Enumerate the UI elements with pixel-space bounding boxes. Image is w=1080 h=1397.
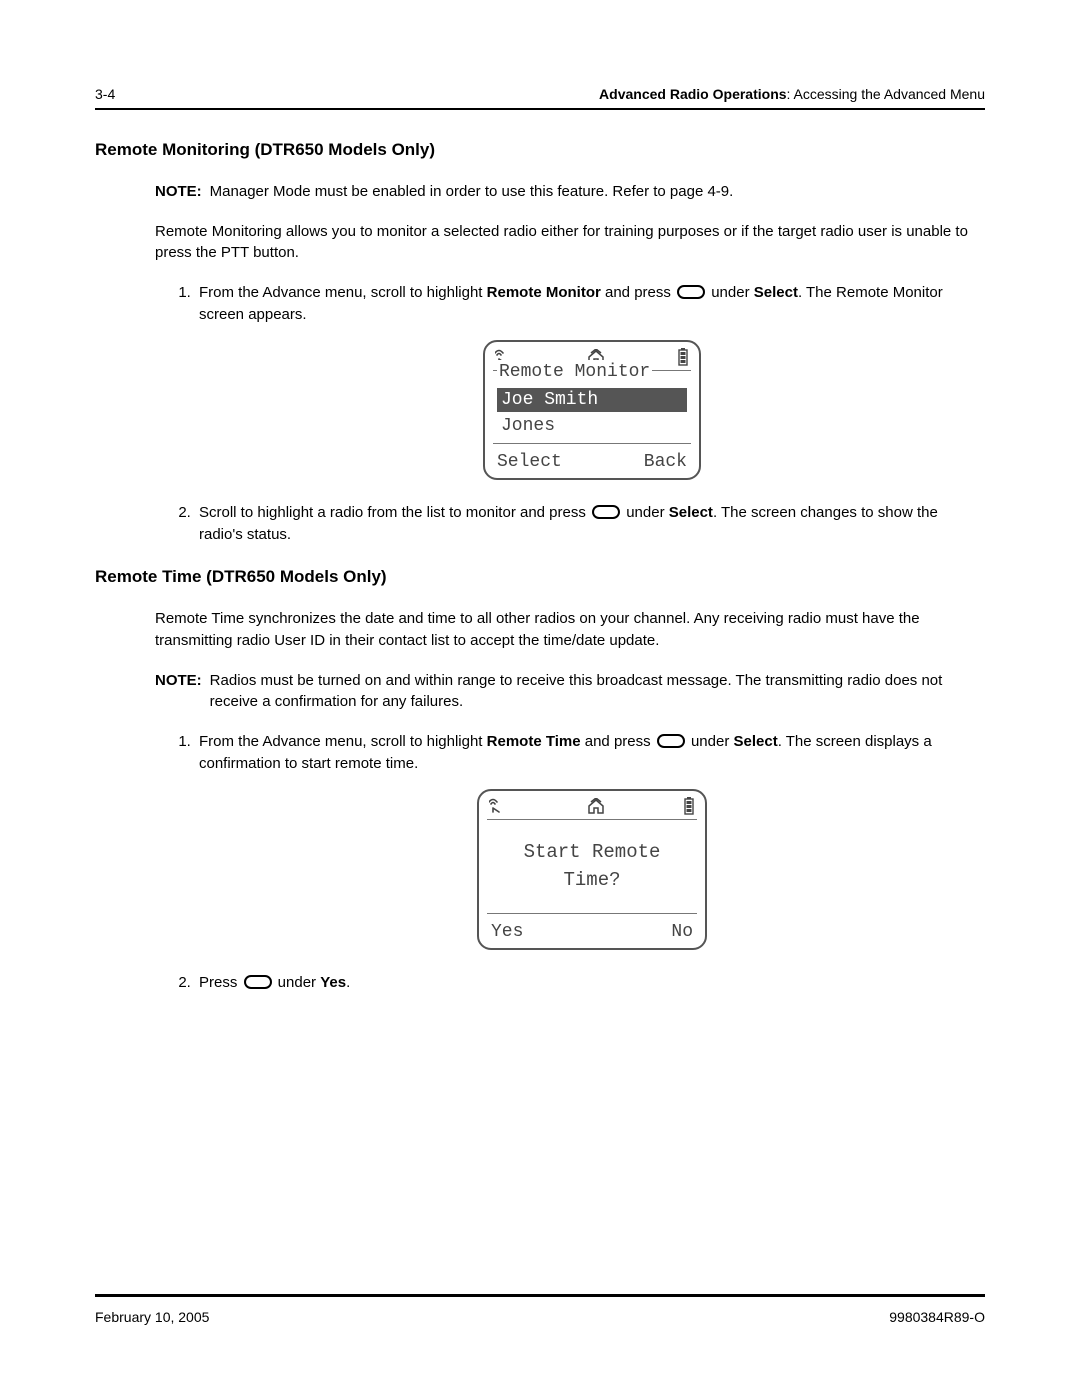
radio-screen-remote-time: Start Remote Time? Yes No (477, 789, 707, 950)
radio-screen-remote-monitor: Remote Monitor Joe Smith Jones Select Ba… (483, 340, 701, 480)
screen-line: Time? (491, 866, 693, 895)
note-label: NOTE: (155, 670, 202, 714)
page-header: 3-4 Advanced Radio Operations: Accessing… (95, 84, 985, 104)
section-body: Remote Monitoring allows you to monitor … (155, 221, 985, 265)
softkey-button-icon (244, 975, 272, 989)
step-list: From the Advance menu, scroll to highlig… (173, 282, 985, 545)
footer-date: February 10, 2005 (95, 1307, 209, 1327)
softkey-button-icon (657, 734, 685, 748)
step-item: From the Advance menu, scroll to highlig… (195, 282, 985, 480)
note-text: Manager Mode must be enabled in order to… (210, 181, 734, 203)
page-number: 3-4 (95, 84, 115, 104)
softkey-right: No (671, 920, 693, 944)
page-footer: February 10, 2005 9980384R89-O (95, 1307, 985, 1327)
screen-line: Start Remote (491, 838, 693, 867)
header-rule (95, 108, 985, 110)
home-icon (587, 798, 605, 814)
footer-rule (95, 1294, 985, 1297)
battery-icon (683, 797, 695, 815)
step-item: Press under Yes. (195, 972, 985, 994)
section-heading-remote-monitoring: Remote Monitoring (DTR650 Models Only) (95, 138, 985, 163)
softkey-button-icon (677, 285, 705, 299)
note-text: Radios must be turned on and within rang… (210, 670, 985, 714)
step-list: From the Advance menu, scroll to highlig… (173, 731, 985, 994)
section-body: Remote Time synchronizes the date and ti… (155, 608, 985, 652)
step-item: From the Advance menu, scroll to highlig… (195, 731, 985, 950)
note-block: NOTE: Manager Mode must be enabled in or… (155, 181, 985, 203)
note-block: NOTE: Radios must be turned on and withi… (155, 670, 985, 714)
softkey-left: Select (497, 450, 562, 474)
section-heading-remote-time: Remote Time (DTR650 Models Only) (95, 565, 985, 590)
list-item-selected: Joe Smith (497, 388, 687, 412)
chapter-title: Advanced Radio Operations: Accessing the… (599, 84, 985, 104)
step-item: Scroll to highlight a radio from the lis… (195, 502, 985, 546)
softkey-left: Yes (491, 920, 523, 944)
footer-docnum: 9980384R89-O (889, 1307, 985, 1327)
screen-title: Remote Monitor (497, 360, 652, 384)
signal-icon (489, 798, 509, 814)
note-label: NOTE: (155, 181, 202, 203)
list-item: Jones (497, 414, 687, 438)
softkey-right: Back (644, 450, 687, 474)
softkey-button-icon (592, 505, 620, 519)
